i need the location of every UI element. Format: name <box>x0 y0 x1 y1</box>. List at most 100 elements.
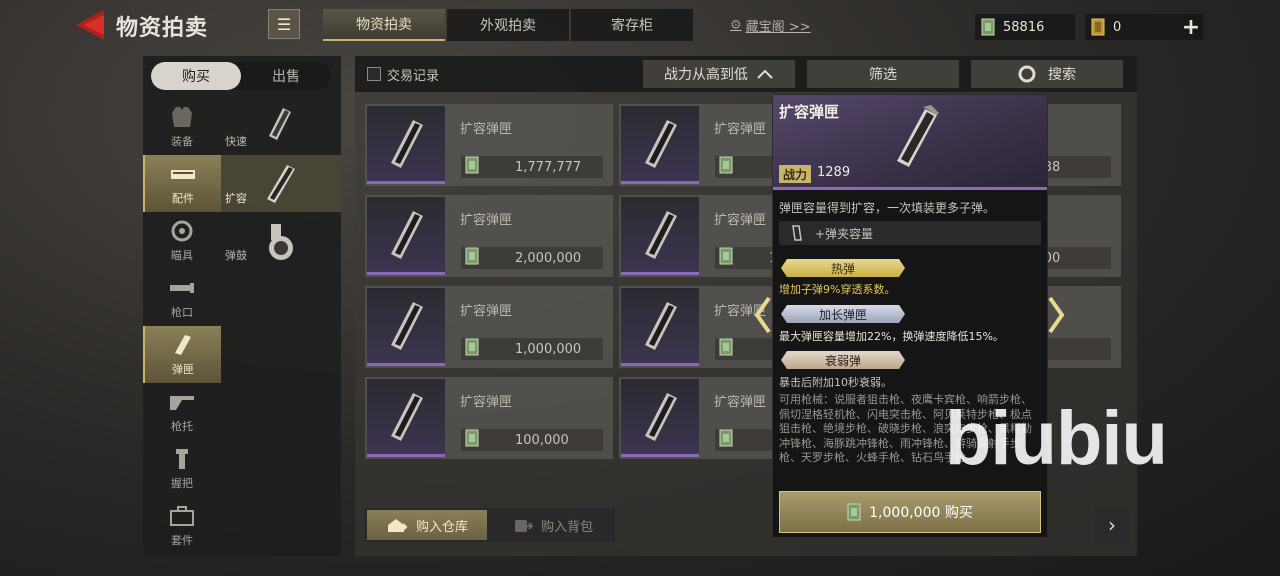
currency-coins: 58816 <box>975 14 1075 40</box>
trade-log-checkbox[interactable] <box>367 67 381 81</box>
next-item-arrow-icon[interactable] <box>1046 296 1066 334</box>
magazine-thumbnail <box>621 379 699 457</box>
trade-log-toggle[interactable]: 交易记录 <box>367 62 439 86</box>
warehouse-icon <box>387 519 408 532</box>
power-label-badge: 战力 <box>779 165 812 183</box>
magazine-thumbnail <box>367 106 445 184</box>
category-muzzle[interactable]: 枪口 <box>143 269 221 326</box>
item-detail-header: 扩容弹匣 战力 1289 <box>773 95 1047 190</box>
scope-icon <box>171 220 193 241</box>
cash-icon <box>719 247 733 269</box>
quick-magazine-icon <box>269 108 291 140</box>
category-stock[interactable]: 枪托 <box>143 383 221 440</box>
listing-price-box: 2,000,000 <box>461 247 603 269</box>
magazine-icon <box>175 334 191 355</box>
menu-list-button[interactable]: ☰ <box>268 9 300 39</box>
extended-magazine-icon <box>267 165 295 203</box>
listing-card[interactable]: 扩容弹匣 100,000 <box>365 377 613 459</box>
listing-name: 扩容弹匣 <box>460 213 513 228</box>
list-icon: ☰ <box>276 14 292 34</box>
cash-icon <box>465 429 479 451</box>
item-description: 弹匣容量得到扩容，一次填装更多子弹。 <box>779 201 996 215</box>
category-magazine[interactable]: 弹匣 <box>143 326 221 383</box>
category-list: 装备 配件 瞄具 枪口 弹匣 枪托 握把 套件 <box>143 98 221 554</box>
trait-extended-mag-desc: 最大弹匣容量增加22%，换弹速度降低15%。 <box>779 330 1004 343</box>
item-detail-title: 扩容弹匣 <box>779 103 840 121</box>
listing-name: 扩容弹匣 <box>714 122 767 137</box>
ticket-icon <box>1091 18 1105 36</box>
backpack-icon <box>514 520 533 532</box>
buy-to-backpack-button[interactable]: 购入背包 <box>491 510 613 540</box>
listing-card[interactable]: 扩容弹匣 1,000,000 <box>365 286 613 368</box>
chevron-right-icon: › <box>1108 513 1116 537</box>
magazine-thumbnail <box>367 288 445 366</box>
watermark-logo: biubiu <box>945 396 1168 481</box>
add-currency-button[interactable]: + <box>1180 14 1202 40</box>
trait-extended-mag: 加长弹匣 <box>781 305 905 323</box>
tab-supply-auction[interactable]: 物资拍卖 <box>323 9 445 41</box>
trait-weakening-bullet-desc: 暴击后附加10秒衰弱。 <box>779 376 892 389</box>
cash-icon <box>719 429 733 451</box>
subcategory-quick[interactable]: 快速 <box>221 98 341 155</box>
listing-toolbar: 交易记录 战力从高到低 筛选 搜索 <box>355 56 1137 92</box>
category-grip[interactable]: 握把 <box>143 440 221 497</box>
sell-toggle[interactable]: 出售 <box>241 62 331 90</box>
drum-magazine-icon <box>269 224 293 260</box>
listing-price: 100,000 <box>515 432 569 448</box>
trait-weakening-bullet: 衰弱弹 <box>781 351 905 369</box>
listing-card[interactable]: 扩容弹匣 1,777,777 <box>365 104 613 186</box>
listing-name: 扩容弹匣 <box>714 395 767 410</box>
buy-button[interactable]: 1,000,000 购买 <box>779 491 1041 533</box>
filter-button[interactable]: 筛选 <box>807 60 959 88</box>
vest-icon <box>172 106 192 127</box>
listing-name: 扩容弹匣 <box>714 213 767 228</box>
attachment-icon <box>171 169 195 179</box>
power-value: 1289 <box>817 165 851 180</box>
subcategory-drum[interactable]: 弹鼓 <box>221 212 341 269</box>
buy-sell-toggle: 购买 出售 <box>151 62 331 90</box>
trait-hot-bullet: 热弹 <box>781 259 905 277</box>
grip-icon <box>176 448 188 469</box>
category-equipment[interactable]: 装备 <box>143 98 221 155</box>
search-button[interactable]: 搜索 <box>971 60 1123 88</box>
listing-name: 扩容弹匣 <box>460 395 513 410</box>
magazine-thumbnail <box>621 197 699 275</box>
buy-toggle[interactable]: 购买 <box>151 62 241 90</box>
stock-icon <box>170 395 194 410</box>
magazine-thumbnail <box>367 379 445 457</box>
subcategory-extended[interactable]: 扩容 <box>221 155 341 212</box>
cash-icon <box>465 247 479 269</box>
back-arrow-icon[interactable] <box>74 8 110 42</box>
tab-skin-auction[interactable]: 外观拍卖 <box>447 9 569 41</box>
listing-price: 2,000,000 <box>515 250 582 266</box>
extended-magazine-image <box>897 105 939 167</box>
top-bar: 物资拍卖 ☰ 物资拍卖 外观拍卖 寄存柜 ⚙ 藏宝阁 >> 58816 0 + <box>0 0 1280 50</box>
magazine-thumbnail <box>621 106 699 184</box>
cash-icon <box>465 338 479 360</box>
listing-price-box: 1,777,777 <box>461 156 603 178</box>
listing-price: 1,000,000 <box>515 341 582 357</box>
listing-price-box: 100,000 <box>461 429 603 451</box>
category-panel: 购买 出售 装备 配件 瞄具 枪口 弹匣 枪托 握把 套件 快速 扩容 弹鼓 <box>143 56 341 556</box>
prev-item-arrow-icon[interactable] <box>753 296 773 334</box>
main-tabs: 物资拍卖 外观拍卖 寄存柜 <box>323 9 695 41</box>
category-attachment[interactable]: 配件 <box>143 155 221 212</box>
trait-hot-bullet-desc: 增加子弹9%穿透系数。 <box>779 283 896 296</box>
listing-price-box: 1,000,000 <box>461 338 603 360</box>
subcategory-list: 快速 扩容 弹鼓 <box>221 98 341 269</box>
cash-icon <box>981 18 995 36</box>
listing-price: 1,777,777 <box>515 159 582 175</box>
muzzle-icon <box>170 282 194 293</box>
magazine-thumbnail <box>621 288 699 366</box>
sort-dropdown[interactable]: 战力从高到低 <box>643 60 795 88</box>
category-scope[interactable]: 瞄具 <box>143 212 221 269</box>
next-page-button[interactable]: › <box>1095 508 1129 542</box>
listing-card[interactable]: 扩容弹匣 2,000,000 <box>365 195 613 277</box>
buy-to-warehouse-button[interactable]: 购入仓库 <box>367 510 487 540</box>
cash-icon <box>719 156 733 178</box>
purchase-destination: 购入仓库 购入背包 <box>365 508 615 542</box>
tab-storage-locker[interactable]: 寄存柜 <box>571 9 693 41</box>
treasure-pavilion-link[interactable]: ⚙ 藏宝阁 >> <box>730 16 811 35</box>
listing-name: 扩容弹匣 <box>460 304 513 319</box>
category-kit[interactable]: 套件 <box>143 497 221 554</box>
